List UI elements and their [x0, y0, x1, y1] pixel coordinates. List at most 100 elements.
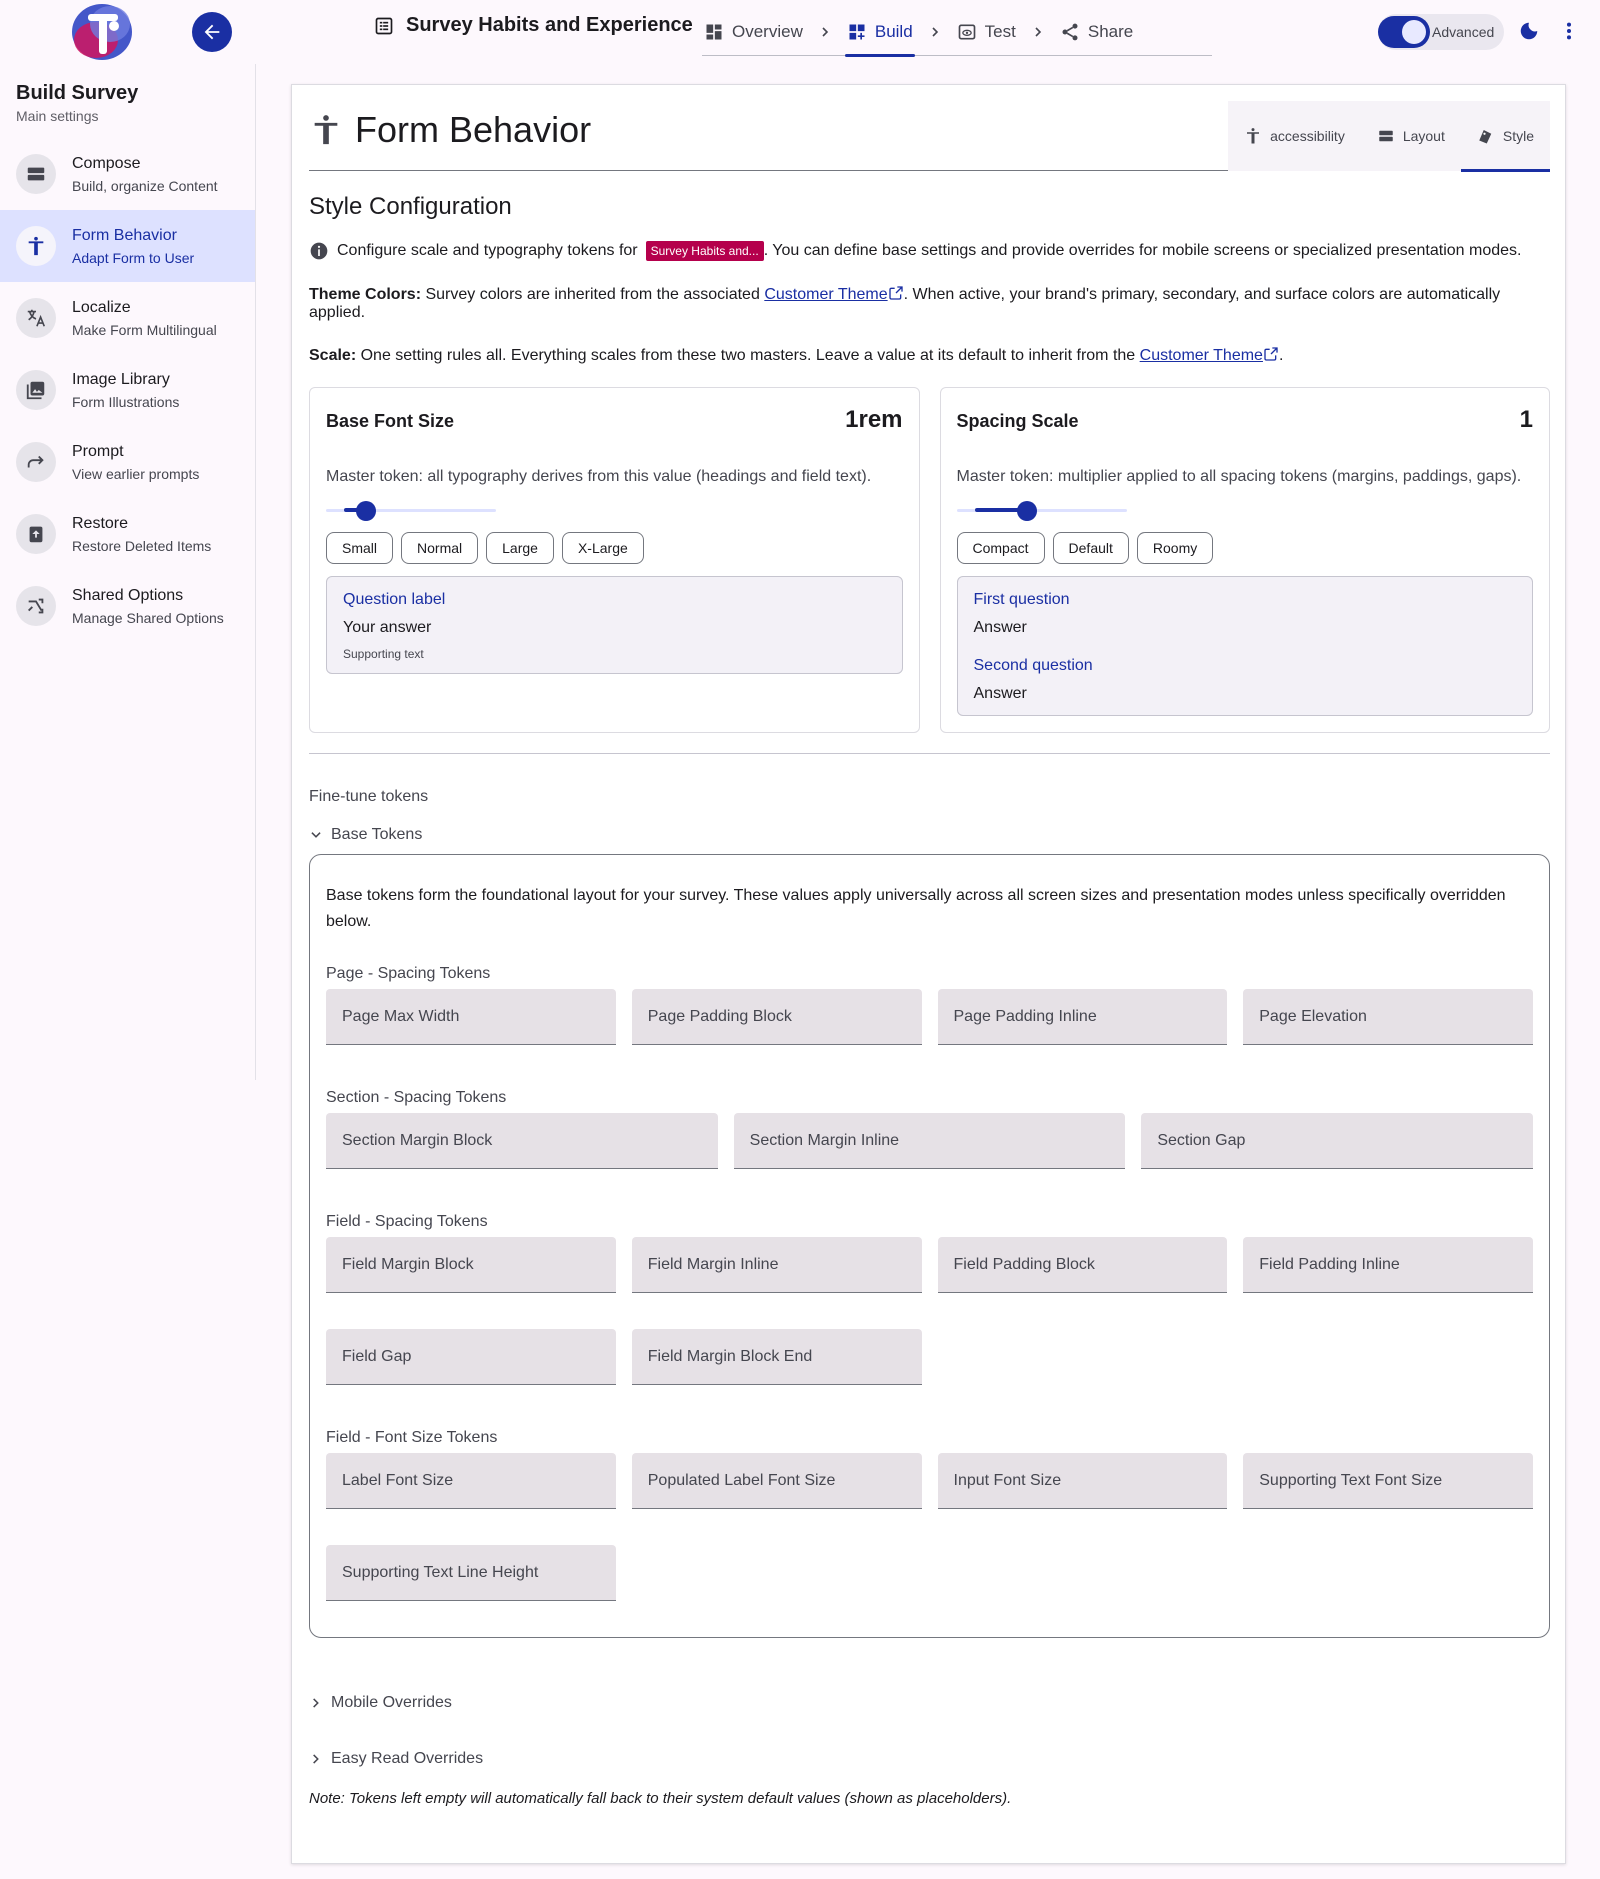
sidebar-item-localize[interactable]: Localize Make Form Multilingual: [0, 282, 255, 354]
tab-accessibility[interactable]: accessibility: [1228, 101, 1361, 171]
supporting-text-font-size-field[interactable]: Supporting Text Font Size: [1243, 1453, 1533, 1509]
back-button[interactable]: [192, 12, 232, 52]
accessibility-icon: [314, 115, 338, 145]
preview-first-question: First question: [973, 591, 1070, 608]
survey-title-text: Survey Habits and Experience: [406, 14, 693, 36]
field-gap-field[interactable]: Field Gap: [326, 1329, 616, 1385]
base-font-size-title: Base Font Size: [326, 411, 455, 431]
sidebar-item-sublabel: Manage Shared Options: [72, 609, 224, 626]
step-test[interactable]: Test: [955, 9, 1018, 55]
preset-roomy-button[interactable]: Roomy: [1136, 532, 1214, 564]
sidebar-item-label: Prompt: [72, 442, 124, 460]
step-build[interactable]: Build: [844, 9, 915, 57]
survey-form-icon: [375, 17, 393, 34]
sidebar-subtitle: Main settings: [16, 108, 99, 124]
field-margin-block-end-field[interactable]: Field Margin Block End: [631, 1329, 922, 1385]
preset-small-button[interactable]: Small: [326, 532, 394, 564]
sidebar-item-image-library[interactable]: Image Library Form Illustrations: [0, 354, 255, 426]
customer-theme-link[interactable]: Customer Theme: [1140, 347, 1263, 364]
fine-tune-label: Fine-tune tokens: [309, 788, 429, 805]
sidebar-item-sublabel: Make Form Multilingual: [72, 321, 217, 338]
form-behavior-card: Form Behavior accessibility Layout Style…: [291, 84, 1566, 1864]
tab-layout[interactable]: Layout: [1361, 101, 1461, 171]
field-padding-inline-field[interactable]: Field Padding Inline: [1243, 1237, 1533, 1293]
restore-icon: [16, 514, 56, 554]
top-bar: Survey Habits and Experience Overview Bu…: [0, 0, 1600, 64]
easy-read-overrides-toggle[interactable]: Easy Read Overrides: [309, 1750, 1550, 1768]
input-font-size-field[interactable]: Input Font Size: [937, 1453, 1228, 1509]
field-margin-inline-field[interactable]: Field Margin Inline: [631, 1237, 922, 1293]
survey-chip: Survey Habits and...: [645, 241, 764, 261]
page-padding-block-field[interactable]: Page Padding Block: [631, 989, 922, 1045]
spacing-scale-desc: Master token: multiplier applied to all …: [956, 468, 1522, 485]
step-overview[interactable]: Overview: [702, 9, 805, 55]
base-font-size-desc: Master token: all typography derives fro…: [326, 468, 872, 485]
field-margin-block-field[interactable]: Field Margin Block: [326, 1237, 616, 1293]
page-elevation-field[interactable]: Page Elevation: [1243, 989, 1533, 1045]
tab-style[interactable]: Style: [1460, 101, 1551, 172]
chevron-right-icon: [313, 1698, 319, 1708]
preset-compact-button[interactable]: Compact: [956, 532, 1045, 564]
advanced-label: Advanced: [1432, 24, 1495, 40]
more-vert-icon[interactable]: [1562, 20, 1576, 47]
sidebar-item-label: Form Behavior: [72, 226, 177, 244]
fallback-note: Note: Tokens left empty will automatical…: [309, 1790, 1012, 1807]
info-suffix: . You can define base settings and provi…: [763, 242, 1522, 259]
preview-icon: [958, 24, 976, 39]
dashboard-icon: [706, 24, 722, 39]
layout-icon: [1379, 130, 1393, 142]
preview-question-label: Question label: [343, 591, 446, 608]
slider-thumb[interactable]: [356, 501, 376, 521]
page-max-width-field[interactable]: Page Max Width: [326, 989, 616, 1045]
spacing-scale-slider[interactable]: [956, 500, 1127, 521]
scale-text: One setting rules all. Everything scales…: [360, 347, 1136, 364]
step-share[interactable]: Share: [1058, 9, 1135, 55]
theme-colors-text: Survey colors are inherited from the ass…: [425, 286, 760, 303]
base-font-size-box: Base Font Size 1rem Master token: all ty…: [309, 387, 920, 733]
section-margin-inline-field[interactable]: Section Margin Inline: [733, 1113, 1126, 1169]
preset-normal-button[interactable]: Normal: [401, 532, 479, 564]
info-prefix: Configure scale and typography tokens fo…: [337, 242, 638, 259]
sidebar: Build Survey Main settings Compose Build,…: [0, 64, 256, 1080]
sidebar-item-label: Shared Options: [72, 586, 184, 604]
sidebar-item-restore[interactable]: Restore Restore Deleted Items: [0, 498, 255, 570]
step-build-label: Build: [874, 21, 913, 41]
preset-large-button[interactable]: Large: [486, 532, 554, 564]
behavior-tabs: accessibility Layout Style: [1228, 101, 1551, 172]
app-logo[interactable]: [64, 2, 140, 62]
supporting-text-line-height-field[interactable]: Supporting Text Line Height: [326, 1545, 616, 1601]
field-font-size-title: Field - Font Size Tokens: [326, 1429, 498, 1446]
base-font-size-value: 1rem: [845, 406, 903, 433]
external-link-icon: [888, 286, 903, 300]
sidebar-item-sublabel: View earlier prompts: [72, 465, 200, 482]
sidebar-item-sublabel: Restore Deleted Items: [72, 537, 212, 554]
preset-default-button[interactable]: Default: [1052, 532, 1129, 564]
sidebar-item-shared-options[interactable]: Shared Options Manage Shared Options: [0, 570, 255, 642]
populated-label-font-size-field[interactable]: Populated Label Font Size: [631, 1453, 922, 1509]
preset-xlarge-button[interactable]: X-Large: [561, 532, 644, 564]
sidebar-item-form-behavior[interactable]: Form Behavior Adapt Form to User: [0, 210, 255, 282]
build-grid-icon: [849, 24, 865, 39]
info-icon: [310, 242, 328, 260]
field-padding-block-field[interactable]: Field Padding Block: [937, 1237, 1228, 1293]
advanced-toggle[interactable]: Advanced: [1378, 14, 1505, 50]
advanced-switch[interactable]: [1378, 16, 1430, 48]
base-tokens-toggle[interactable]: Base Tokens: [309, 826, 1550, 844]
sidebar-item-label: Image Library: [72, 370, 170, 388]
dark-mode-icon[interactable]: [1518, 20, 1540, 47]
customer-theme-link[interactable]: Customer Theme: [764, 286, 887, 303]
section-gap-field[interactable]: Section Gap: [1141, 1113, 1533, 1169]
compose-icon: [16, 154, 56, 194]
slider-thumb[interactable]: [1016, 501, 1037, 521]
sidebar-item-prompt[interactable]: Prompt View earlier prompts: [0, 426, 255, 498]
sidebar-item-compose[interactable]: Compose Build, organize Content: [0, 138, 255, 210]
base-font-size-slider[interactable]: [326, 500, 496, 521]
scale-end: .: [1278, 347, 1284, 364]
section-title: Style Configuration: [309, 193, 512, 220]
section-margin-block-field[interactable]: Section Margin Block: [326, 1113, 718, 1169]
label-font-size-field[interactable]: Label Font Size: [326, 1453, 616, 1509]
tab-accessibility-label: accessibility: [1270, 128, 1345, 144]
page-padding-inline-field[interactable]: Page Padding Inline: [937, 989, 1228, 1045]
preview-supporting-text: Supporting text: [343, 647, 424, 661]
mobile-overrides-toggle[interactable]: Mobile Overrides: [309, 1694, 1550, 1712]
